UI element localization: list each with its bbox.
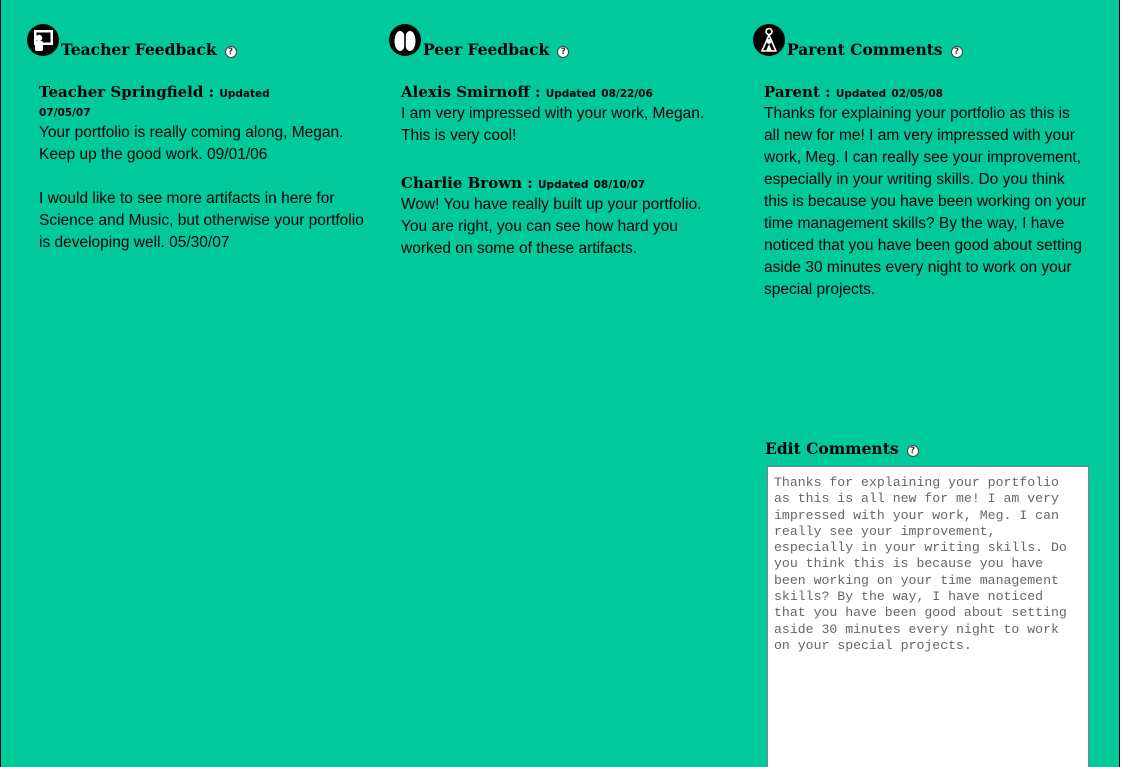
feedback-entry: Alexis Smirnoff : Updated 08/22/06 I am …	[401, 84, 729, 147]
entry-updated-date: 08/10/07	[593, 179, 646, 191]
feedback-entry: Teacher Springfield : Updated 07/05/07 Y…	[39, 84, 367, 254]
teacher-feedback-title: Teacher Feedback?	[61, 40, 237, 59]
help-icon[interactable]: ?	[557, 46, 570, 58]
entry-body: Wow! You have really built up your portf…	[401, 196, 702, 257]
edit-comments-header: Edit Comments?	[765, 439, 919, 458]
entry-updated-label: Updated	[835, 88, 887, 100]
entry-header: Charlie Brown : Updated 08/10/07	[401, 175, 729, 194]
entry-header: Alexis Smirnoff : Updated 08/22/06	[401, 84, 729, 103]
feedback-entry: Charlie Brown : Updated 08/10/07 Wow! Yo…	[401, 175, 729, 260]
help-icon[interactable]: ?	[906, 445, 919, 457]
edit-comments-title: Edit Comments	[765, 439, 899, 458]
peer-group-icon	[389, 24, 421, 56]
entry-paragraph: Your portfolio is really coming along, M…	[39, 124, 344, 163]
entry-header: Teacher Springfield : Updated 07/05/07	[39, 84, 367, 122]
teacher-presentation-icon	[27, 24, 59, 56]
entry-body: Your portfolio is really coming along, M…	[39, 122, 367, 254]
entry-updated-label: Updated	[538, 179, 589, 191]
peer-feedback-title: Peer Feedback?	[423, 40, 570, 59]
help-icon[interactable]: ?	[224, 46, 237, 58]
entry-author: Charlie Brown :	[401, 174, 533, 192]
entry-body: Thanks for explaining your portfolio as …	[764, 105, 1087, 298]
peer-entries: Alexis Smirnoff : Updated 08/22/06 I am …	[401, 84, 729, 260]
entry-header: Parent : Updated 02/05/08	[764, 84, 1089, 103]
entry-author: Alexis Smirnoff :	[401, 83, 541, 101]
parent-child-icon	[753, 24, 785, 56]
parent-entries: Parent : Updated 02/05/08 Thanks for exp…	[764, 84, 1089, 301]
entry-updated-label: Updated	[545, 88, 597, 100]
feedback-entry: Parent : Updated 02/05/08 Thanks for exp…	[764, 84, 1089, 301]
parent-comments-title: Parent Comments?	[787, 40, 963, 59]
entry-author: Parent :	[764, 83, 831, 101]
edit-comments-textarea[interactable]: Thanks for explaining your portfolio as …	[767, 466, 1089, 767]
entry-paragraph: I would like to see more artifacts in he…	[39, 190, 364, 251]
entry-updated-date: 07/05/07	[39, 107, 91, 119]
entry-body: I am very impressed with your work, Mega…	[401, 105, 705, 144]
entry-author: Teacher Springfield :	[39, 83, 215, 101]
entry-updated-label: Updated	[219, 88, 270, 100]
feedback-panel: Teacher Feedback? Teacher Springfield : …	[0, 0, 1120, 767]
entry-updated-date: 08/22/06	[601, 88, 653, 100]
entry-updated-date: 02/05/08	[891, 88, 943, 100]
teacher-entries: Teacher Springfield : Updated 07/05/07 Y…	[39, 84, 367, 254]
help-icon[interactable]: ?	[950, 46, 963, 58]
